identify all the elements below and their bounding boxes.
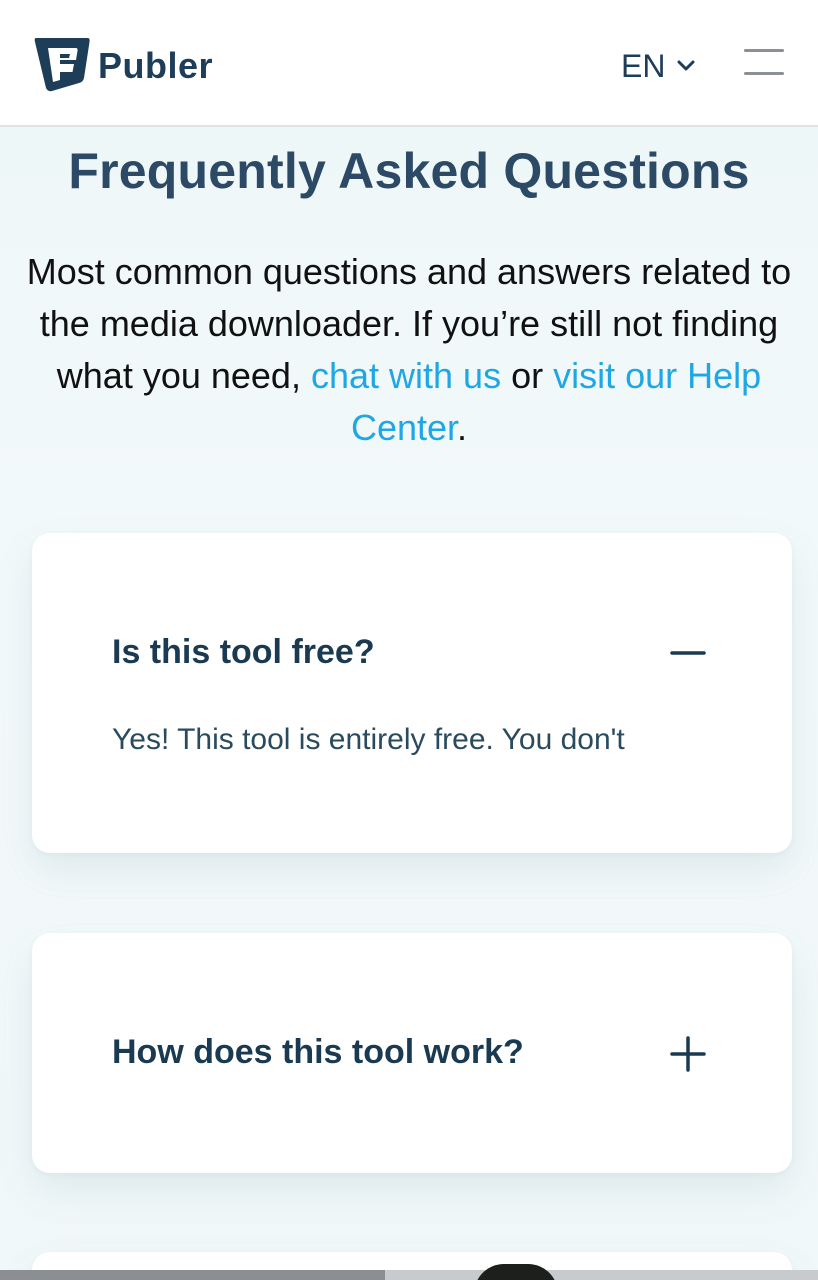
faq-title: Frequently Asked Questions	[68, 143, 750, 199]
faq-item-free[interactable]: Is this tool free? Yes! This tool is ent…	[32, 533, 792, 853]
faq-or-text: or	[511, 355, 544, 396]
faq-intro: Most common questions and answers relate…	[20, 246, 798, 454]
language-selector[interactable]: EN	[621, 44, 695, 88]
faq-answer: Yes! This tool is entirely free. You don…	[112, 723, 625, 756]
browser-toolbar-left	[0, 1270, 385, 1280]
publer-logo-link[interactable]: Publer	[32, 34, 213, 92]
chevron-down-icon	[677, 60, 695, 71]
site-header: Publer EN	[0, 0, 818, 127]
brand-name: Publer	[98, 45, 214, 86]
faq-question[interactable]: How does this tool work?	[112, 1033, 524, 1072]
menu-bar-bottom	[744, 72, 784, 75]
menu-bar-top	[744, 49, 784, 52]
faq-intro-period: .	[457, 407, 468, 448]
faq-question[interactable]: Is this tool free?	[112, 633, 375, 672]
hamburger-menu-icon[interactable]	[740, 46, 786, 78]
chat-with-us-link[interactable]: chat with us	[311, 355, 501, 396]
plus-icon[interactable]	[668, 1034, 708, 1074]
faq-item-how-it-works[interactable]: How does this tool work?	[32, 933, 792, 1173]
browser-toolbar-right	[385, 1270, 818, 1280]
publer-logo-icon	[34, 38, 90, 92]
language-label: EN	[621, 47, 666, 84]
minus-icon[interactable]	[668, 633, 708, 673]
